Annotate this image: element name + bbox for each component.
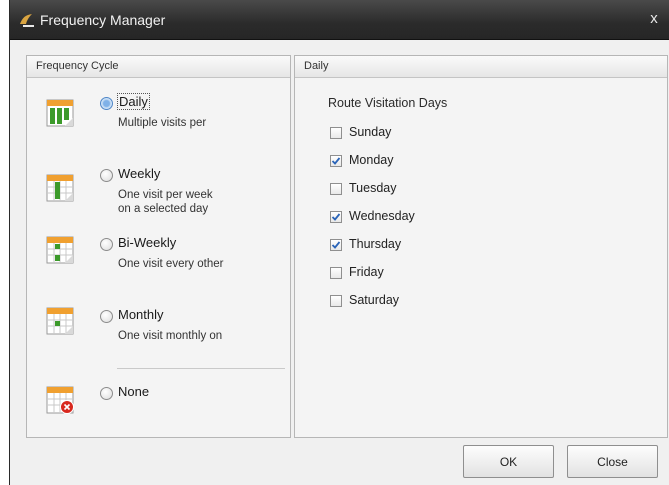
app-flame-icon (20, 14, 34, 27)
frequency-manager-window: Frequency Manager x Frequency Cycle Dail… (9, 0, 669, 485)
radio-weekly[interactable] (100, 169, 113, 182)
calendar-monthly-icon (46, 307, 74, 335)
day-label-tuesday[interactable]: Tuesday (349, 181, 396, 195)
option-desc-biweekly: One visit every other (118, 258, 224, 270)
window-close-button[interactable]: x (644, 9, 664, 29)
calendar-none-icon (46, 386, 74, 414)
option-label-none[interactable]: None (118, 384, 149, 399)
radio-daily[interactable] (100, 97, 113, 110)
daily-panel: Daily Route Visitation Days Sunday Monda… (294, 55, 668, 438)
option-label-monthly[interactable]: Monthly (118, 307, 164, 322)
checkbox-saturday[interactable] (330, 295, 342, 307)
checkmark-icon (331, 241, 341, 249)
option-label-weekly[interactable]: Weekly (118, 166, 160, 181)
option-desc-weekly: One visit per week on a selected day (118, 189, 213, 215)
radio-none[interactable] (100, 387, 113, 400)
frequency-cycle-panel: Frequency Cycle Daily Multiple visits pe… (26, 55, 291, 438)
close-button[interactable]: Close (567, 445, 658, 478)
daily-panel-header: Daily (295, 56, 667, 78)
radio-biweekly[interactable] (100, 238, 113, 251)
day-label-monday[interactable]: Monday (349, 153, 393, 167)
checkbox-wednesday[interactable] (330, 211, 342, 223)
title-bar[interactable]: Frequency Manager x (10, 0, 669, 40)
calendar-biweekly-icon (46, 236, 74, 264)
ok-button[interactable]: OK (463, 445, 554, 478)
checkbox-friday[interactable] (330, 267, 342, 279)
option-desc-monthly: One visit monthly on (118, 330, 223, 342)
checkbox-thursday[interactable] (330, 239, 342, 251)
checkbox-tuesday[interactable] (330, 183, 342, 195)
radio-monthly[interactable] (100, 310, 113, 323)
route-visitation-days-label: Route Visitation Days (328, 96, 448, 110)
day-label-saturday[interactable]: Saturday (349, 293, 399, 307)
frequency-cycle-header: Frequency Cycle (27, 56, 290, 78)
checkmark-icon (331, 157, 341, 165)
day-label-thursday[interactable]: Thursday (349, 237, 401, 251)
day-label-wednesday[interactable]: Wednesday (349, 209, 415, 223)
checkbox-sunday[interactable] (330, 127, 342, 139)
window-title: Frequency Manager (40, 12, 166, 28)
day-label-friday[interactable]: Friday (349, 265, 384, 279)
checkmark-icon (331, 213, 341, 221)
calendar-daily-icon (46, 99, 74, 127)
option-label-daily[interactable]: Daily (117, 93, 150, 110)
options-separator (117, 368, 285, 369)
day-label-sunday[interactable]: Sunday (349, 125, 391, 139)
option-desc-daily: Multiple visits per (118, 117, 207, 129)
checkbox-monday[interactable] (330, 155, 342, 167)
calendar-weekly-icon (46, 174, 74, 202)
option-label-biweekly[interactable]: Bi-Weekly (118, 235, 176, 250)
